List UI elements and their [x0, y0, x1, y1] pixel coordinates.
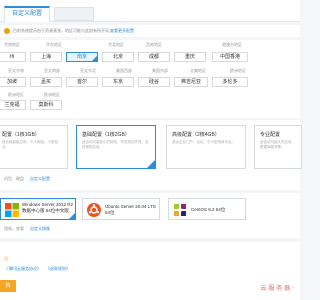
- region-group-title: 亚太南部: [44, 68, 60, 73]
- refund-rules-link[interactable]: 《退款规则》: [46, 266, 70, 272]
- config-hint: 机型、硬盘: [4, 176, 24, 181]
- agree-prefix: 《: [4, 266, 8, 271]
- buy-button[interactable]: 购: [0, 280, 16, 292]
- region-option[interactable]: 中国香港: [212, 52, 248, 62]
- config-card-desc: 适合轻量级应用，个人网站、小型站点。: [2, 140, 58, 149]
- region-group-title: 欧洲地区: [44, 92, 60, 97]
- region-group-title: 亚太东北: [80, 68, 96, 73]
- region-option[interactable]: 首尔: [66, 77, 98, 87]
- region-group-title: 华南地区: [4, 42, 20, 47]
- os-option[interactable]: CentOS 8.2 64位: [168, 198, 246, 220]
- region-option[interactable]: 州: [0, 52, 26, 62]
- region-group-title: 美国东部: [152, 68, 168, 73]
- custom-image-link[interactable]: 自定义镜像: [30, 226, 50, 232]
- config-card-selected[interactable]: 基础配置（1核2GB） 适合访问量较小的网站、开发测试环境，支持常规应用。: [76, 125, 156, 169]
- config-card-title: 基础配置（1核2GB）: [82, 132, 130, 138]
- config-card-title: 高级配置（2核4GB）: [172, 132, 220, 138]
- region-option[interactable]: 北京: [102, 52, 134, 62]
- config-card-desc: 适合企业门户、论坛、中小型电商平台。: [172, 140, 235, 144]
- region-group-title: 港澳台地区: [222, 42, 242, 47]
- centos-icon: [174, 204, 186, 216]
- windows-icon: [5, 203, 19, 217]
- os-label: Windows Server 2012 R2 数据中心版 64位中文版: [22, 202, 74, 213]
- region-option[interactable]: 加坡: [0, 77, 26, 87]
- region-group-title: 美国西部: [116, 68, 132, 73]
- config-card-title: 配置（1核1GB）: [2, 132, 40, 138]
- top-bar: 自定义配置: [0, 0, 300, 22]
- tab-custom-config[interactable]: 自定义配置: [4, 6, 50, 22]
- region-panel: 华南地区 华东地区 华北地区 西南地区 港澳台地区 州 上海 南京 北京 成都 …: [0, 40, 300, 118]
- os-hint: 镜像，查看: [4, 226, 24, 231]
- os-option-selected[interactable]: Windows Server 2012 R2 数据中心版 64位中文版: [0, 198, 76, 220]
- ubuntu-icon: [87, 203, 101, 217]
- watermark: 云 服 务 器 ·: [260, 285, 294, 292]
- warning-icon: [4, 28, 10, 34]
- config-card-desc: 适合访问量较小的网站、开发测试环境，支持常规应用。: [82, 140, 149, 149]
- region-option-selected[interactable]: 南京: [66, 52, 98, 62]
- region-group-title: 欧洲地区: [230, 68, 246, 73]
- config-card-title: 专业配置: [260, 132, 281, 138]
- config-card[interactable]: 高级配置（2核4GB） 适合企业门户、论坛、中小型电商平台。: [166, 125, 246, 169]
- price-unit: 元: [4, 256, 8, 261]
- region-group-title: 亚太东南: [8, 68, 24, 73]
- region-option[interactable]: 成都: [138, 52, 170, 62]
- region-option[interactable]: 莫斯科: [30, 100, 62, 110]
- region-option[interactable]: 硅谷: [138, 77, 170, 87]
- os-label: CentOS 8.2 64位: [191, 207, 226, 212]
- notice-bar: 目前系统提示由于资源紧张，地区可能与此前有所不同， 查看更多配置: [0, 25, 300, 37]
- config-card[interactable]: 配置（1核1GB） 适合轻量级应用，个人网站、小型站点。: [0, 125, 68, 169]
- region-option[interactable]: 多伦多: [212, 77, 248, 87]
- tab-other[interactable]: [54, 7, 94, 21]
- footer-panel: [0, 242, 300, 300]
- os-option[interactable]: Ubuntu Server 20.04 LTS 64位: [82, 198, 160, 220]
- region-group-title: 西南地区: [146, 42, 162, 47]
- os-label: Ubuntu Server 20.04 LTS 64位: [105, 204, 156, 215]
- region-option[interactable]: 上海: [30, 52, 62, 62]
- region-option[interactable]: 孟买: [30, 77, 62, 87]
- service-agreement-link[interactable]: 腾讯云服务协议》: [9, 266, 41, 272]
- region-option[interactable]: 重庆: [174, 52, 206, 62]
- custom-config-link[interactable]: 自定义配置: [30, 176, 50, 182]
- region-option[interactable]: 弗吉尼亚: [174, 77, 208, 87]
- region-group-title: 华东地区: [46, 42, 62, 47]
- region-group-title: 欧洲地区: [8, 92, 24, 97]
- region-group-title: 华北地区: [108, 42, 124, 47]
- config-card[interactable]: 专业配置 适合访问量大的应用，数据库服务等。: [254, 125, 302, 169]
- region-option[interactable]: 东京: [102, 77, 134, 87]
- region-option[interactable]: 兰克福: [0, 100, 26, 110]
- notice-link[interactable]: 查看更多配置: [110, 28, 134, 34]
- region-group-title: 北美地区: [190, 68, 206, 73]
- notice-text: 目前系统提示由于资源紧张，地区可能与此前有所不同，: [13, 28, 113, 33]
- config-card-desc: 适合访问量大的应用，数据库服务等。: [260, 140, 295, 149]
